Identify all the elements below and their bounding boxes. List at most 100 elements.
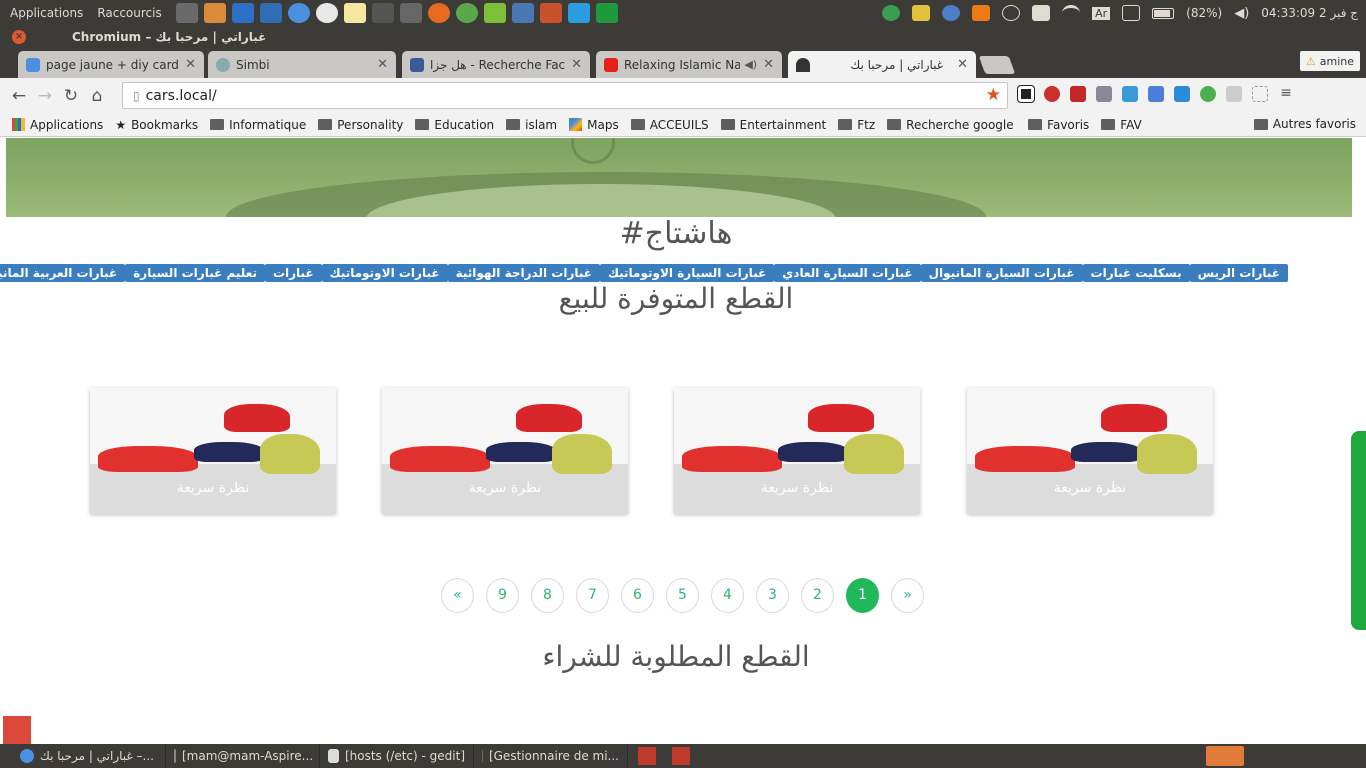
bookmark-ftz[interactable]: Ftz (838, 118, 875, 132)
pagination-page-3[interactable]: 3 (756, 578, 789, 613)
window-ext-icon[interactable] (1122, 86, 1138, 102)
screenshot-icon[interactable] (259, 3, 282, 23)
pagination-page-7[interactable]: 7 (576, 578, 609, 613)
quick-view-label[interactable]: نظرة سريعة (674, 480, 920, 496)
vlc-icon[interactable] (972, 5, 991, 21)
bookmark-star-icon[interactable]: ★ (986, 85, 1001, 105)
tasks-icon[interactable] (483, 3, 506, 23)
applications-menu[interactable]: Applications (10, 6, 83, 20)
shield-ext-icon[interactable] (1096, 86, 1112, 102)
tag-item[interactable]: غبارات الدراجة الهوائية (447, 264, 600, 282)
forward-icon[interactable]: → (32, 86, 58, 106)
hi-ext-icon[interactable] (1174, 86, 1190, 102)
pagination-page-2[interactable]: 2 (801, 578, 834, 613)
folder-icon[interactable] (203, 3, 226, 23)
pagination-page-4[interactable]: 4 (711, 578, 744, 613)
quick-view-label[interactable]: نظرة سريعة (90, 480, 336, 496)
tab-close-icon[interactable]: ✕ (571, 57, 582, 72)
lightbulb-icon[interactable] (1002, 5, 1021, 21)
firefox-icon[interactable] (427, 3, 450, 23)
product-card[interactable]: نظرة سريعة (674, 388, 920, 514)
file-cabinet-icon[interactable] (175, 3, 198, 23)
webstorm-icon[interactable] (567, 3, 590, 23)
adblock-icon[interactable] (1044, 86, 1060, 102)
bookmark-maps[interactable]: Maps (569, 118, 619, 132)
product-card[interactable]: نظرة سريعة (382, 388, 628, 514)
new-tab-button[interactable] (978, 56, 1016, 74)
tab-page-jaune[interactable]: page jaune + diy card v + w ✕ (18, 51, 204, 78)
bookmark-acceuils[interactable]: ACCEUILS (630, 118, 709, 132)
tab-close-icon[interactable]: ✕ (763, 57, 774, 72)
task-gedit[interactable]: [hosts (/etc) - gedit] (320, 745, 474, 767)
notes-icon[interactable] (343, 3, 366, 23)
bookmark-recherche-google[interactable]: Recherche google a tr (887, 118, 1016, 132)
other-bookmarks[interactable]: Autres favoris (1253, 117, 1356, 131)
desktop-corner-app-icon[interactable] (3, 716, 31, 744)
volume-icon[interactable]: ◀) (1234, 6, 1249, 21)
tab-close-icon[interactable]: ✕ (185, 57, 196, 72)
pycharm-icon[interactable] (595, 3, 618, 23)
task-chromium[interactable]: غباراتي | مرحبا بك –... (12, 745, 166, 767)
mail-icon[interactable] (1122, 5, 1141, 21)
tab-facebook-search[interactable]: هل جزا - Recherche Facebook ✕ (402, 51, 590, 78)
url-text[interactable]: cars.local/ (146, 88, 217, 104)
quick-view-label[interactable]: نظرة سريعة (967, 480, 1213, 496)
tag-item[interactable]: غبارات العربية المانيوال (0, 264, 126, 282)
reload-icon[interactable]: ↻ (58, 86, 84, 106)
tray-app-icon[interactable] (882, 5, 901, 21)
task-terminal[interactable]: [mam@mam-Aspire... (166, 745, 320, 767)
quick-view-label[interactable]: نظرة سريعة (382, 480, 628, 496)
task-file-manager[interactable]: [Gestionnaire de mi... (474, 745, 628, 767)
select-ext-icon[interactable] (1252, 86, 1268, 102)
product-card[interactable]: نظرة سريعة (967, 388, 1213, 514)
chat-ext-icon[interactable] (1226, 86, 1242, 102)
app-launcher-red-icon-2[interactable] (672, 747, 690, 765)
tag-item[interactable]: تعليم غبارات السيارة (125, 264, 265, 282)
page-info-icon[interactable]: ▯ (133, 89, 140, 103)
tag-item[interactable]: غبارات السيارة الاوتوماتيك (599, 264, 775, 282)
tray-globe-icon[interactable] (942, 5, 961, 21)
pagination-page-5[interactable]: 5 (666, 578, 699, 613)
visual-studio-icon[interactable] (231, 3, 254, 23)
wifi-icon[interactable] (1062, 5, 1081, 21)
tab-simbi[interactable]: Simbi ✕ (208, 51, 396, 78)
tray-mascot-icon[interactable] (912, 5, 931, 21)
tag-item[interactable]: غبارات الريس (1189, 264, 1288, 282)
product-card[interactable]: نظرة سريعة (90, 388, 336, 514)
pagination-page-1[interactable]: 1 (846, 578, 879, 613)
pagination-page-6[interactable]: 6 (621, 578, 654, 613)
bookmark-ext-icon[interactable] (1070, 86, 1086, 102)
tag-item[interactable]: غبارات السيارة العادي (774, 264, 921, 282)
document-icon[interactable] (511, 3, 534, 23)
tag-item[interactable]: غبارات الاوتوماتيك (321, 264, 448, 282)
bookmark-favoris[interactable]: Favoris (1028, 118, 1089, 132)
tab-close-icon[interactable]: ✕ (377, 57, 388, 72)
scrollbar-thumb[interactable] (1351, 431, 1366, 630)
home-icon[interactable]: ⌂ (84, 86, 110, 106)
translate-icon[interactable] (1148, 86, 1164, 102)
tag-item[interactable]: غبارات (264, 264, 322, 282)
opera-icon[interactable] (315, 3, 338, 23)
bookmark-applications[interactable]: Applications (12, 118, 103, 132)
tab-youtube[interactable]: Relaxing Islamic Nashe ◀) ✕ (596, 51, 782, 78)
gimp-icon[interactable] (399, 3, 422, 23)
bookmark-bookmarks[interactable]: ★ Bookmarks (115, 118, 198, 132)
bookmark-personality[interactable]: Personality (318, 118, 403, 132)
green-ext-icon[interactable] (1200, 86, 1216, 102)
check-app-icon[interactable] (455, 3, 478, 23)
tag-item[interactable]: غبارات السيارة المانيوال (920, 264, 1083, 282)
profile-button[interactable]: ⚠ amine (1299, 51, 1360, 71)
tag-item[interactable]: بسكليت غبارات (1082, 264, 1190, 282)
pagination-next-button[interactable]: « (441, 578, 474, 613)
bookmark-entertainment[interactable]: Entertainment (720, 118, 826, 132)
pagination-page-8[interactable]: 8 (531, 578, 564, 613)
inkscape-icon[interactable] (371, 3, 394, 23)
pagination-prev-button[interactable]: » (891, 578, 924, 613)
chromium-icon[interactable] (287, 3, 310, 23)
battery-icon[interactable] (1152, 7, 1175, 19)
shortcuts-menu[interactable]: Raccourcis (97, 6, 161, 20)
extension-tab-icon[interactable] (1017, 85, 1035, 103)
tab-close-icon[interactable]: ✕ (957, 57, 968, 72)
keyboard-layout-indicator[interactable]: Ar (1092, 6, 1111, 20)
bookmark-islam[interactable]: islam (506, 118, 557, 132)
